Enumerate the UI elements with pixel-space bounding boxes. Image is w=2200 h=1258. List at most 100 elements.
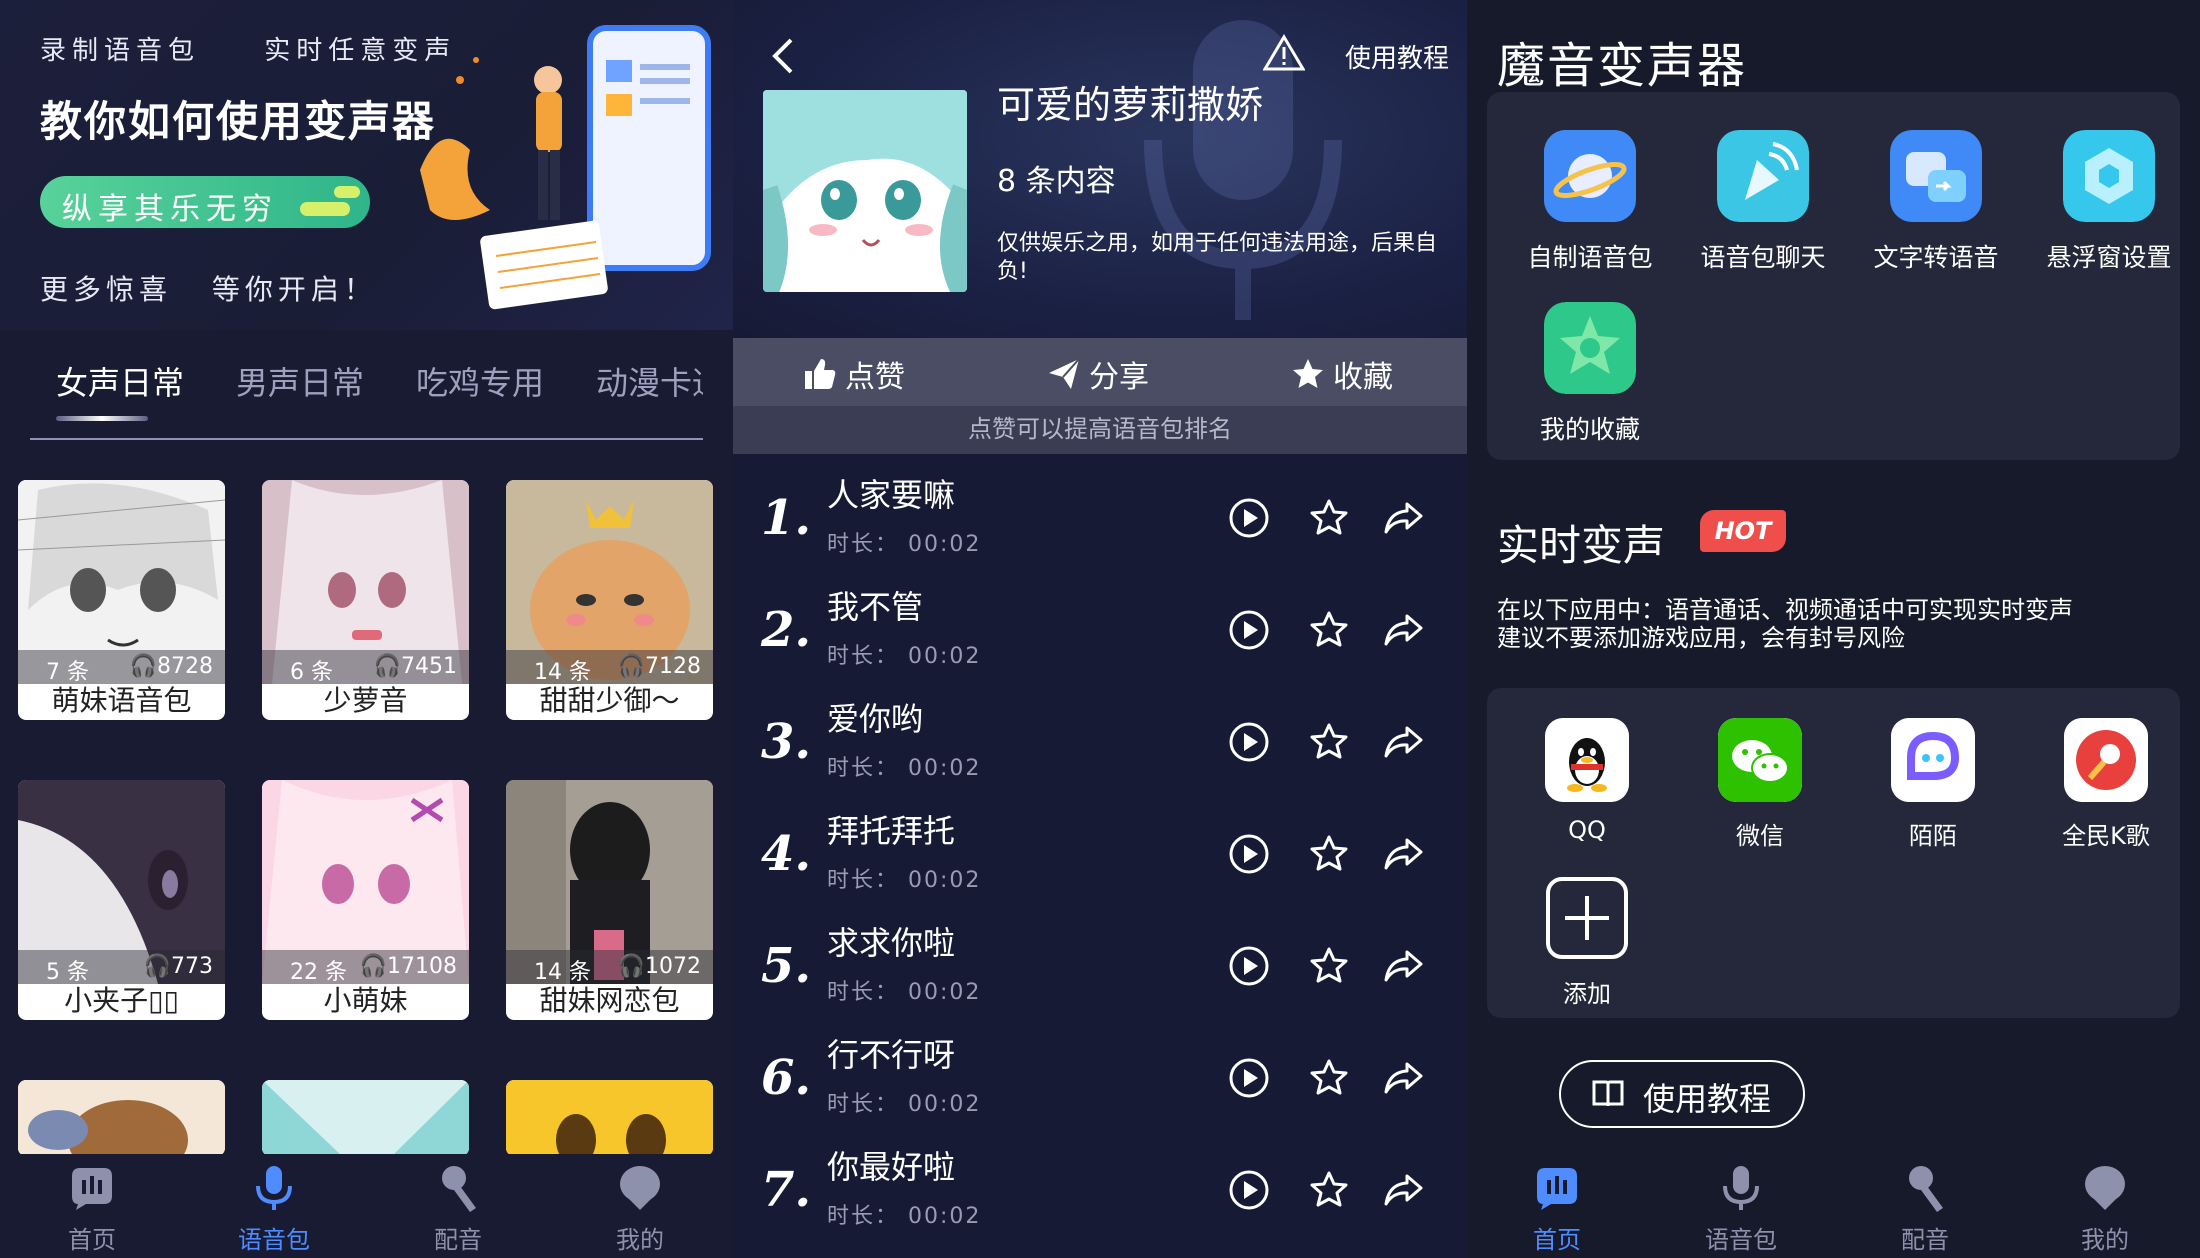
song-row[interactable]: 3. 爱你哟 时长： 00:02 — [733, 694, 1467, 806]
nav-label: 我的 — [2081, 1226, 2129, 1254]
headphone-icon: 🎧 — [617, 954, 645, 979]
nav-voicepack[interactable]: 语音包 — [1681, 1162, 1801, 1255]
slash-decoration-icon — [300, 186, 360, 216]
report-warning-icon[interactable] — [1263, 34, 1305, 72]
song-title: 你最好啦 — [827, 1148, 956, 1186]
song-row[interactable]: 7. 你最好啦 时长： 00:02 — [733, 1142, 1467, 1254]
share-button[interactable]: 分享 — [1047, 352, 1149, 396]
voice-pack-card[interactable]: 14 条 🎧7128 甜甜少御～ — [506, 480, 713, 720]
tool-custom-pack[interactable]: 自制语音包 — [1505, 130, 1675, 274]
star-icon[interactable] — [1307, 496, 1351, 540]
voice-pack-card[interactable] — [262, 1080, 469, 1156]
pack-count: 8 条内容 — [997, 164, 1116, 199]
song-row[interactable]: 2. 我不管 时长： 00:02 — [733, 582, 1467, 694]
tab-male-daily[interactable]: 男声日常 — [236, 358, 364, 404]
voice-pack-card[interactable]: 22 条 🎧17108 小萌妹 — [262, 780, 469, 1020]
voice-pack-card[interactable]: 7 条 🎧8728 萌妹语音包 — [18, 480, 225, 720]
action-bar: 点赞 分享 收藏 — [733, 338, 1467, 406]
play-icon[interactable] — [1227, 496, 1271, 540]
voice-pack-card[interactable]: 5 条 🎧773 小夹子▯▯ — [18, 780, 225, 1020]
voice-pack-card[interactable]: 6 条 🎧7451 少萝音 — [262, 480, 469, 720]
nav-label: 我的 — [616, 1226, 664, 1254]
share-icon[interactable] — [1381, 496, 1425, 540]
play-icon[interactable] — [1227, 832, 1271, 876]
tool-floating-window[interactable]: 悬浮窗设置 — [2024, 130, 2194, 274]
voice-pack-detail-panel: 使用教程 可爱的萝莉撒娇 8 条内容 仅供娱乐之用，如用于任何违法用途，后果自负… — [733, 0, 1467, 1258]
share-icon[interactable] — [1381, 720, 1425, 764]
song-duration: 时长： 00:02 — [827, 980, 982, 1005]
headphone-icon: 🎧 — [373, 654, 401, 679]
microphone-icon — [1723, 1166, 1759, 1210]
card-name: 小夹子▯▯ — [64, 984, 179, 1017]
share-icon[interactable] — [1381, 944, 1425, 988]
karaoke-icon — [2064, 718, 2148, 802]
voice-pack-card[interactable] — [506, 1080, 713, 1156]
star-icon[interactable] — [1307, 944, 1351, 988]
app-momo[interactable]: 陌陌 — [1858, 718, 2008, 851]
star-icon[interactable] — [1307, 1056, 1351, 1100]
tool-label: 我的收藏 — [1539, 415, 1640, 444]
song-row[interactable]: 1. 人家要嘛 时长： 00:02 — [733, 470, 1467, 582]
voice-pack-card[interactable] — [18, 1080, 225, 1156]
app-quanmin-kge[interactable]: 全民K歌 — [2031, 718, 2181, 851]
play-icon[interactable] — [1227, 944, 1271, 988]
share-icon[interactable] — [1381, 1168, 1425, 1212]
song-duration: 时长： 00:02 — [827, 1204, 982, 1229]
tab-anime[interactable]: 动漫卡通 — [596, 358, 703, 404]
favorite-button[interactable]: 收藏 — [1291, 352, 1393, 396]
wechat-icon — [1718, 718, 1802, 802]
tool-favorites[interactable]: 我的收藏 — [1505, 302, 1675, 446]
nav-label: 首页 — [68, 1226, 116, 1254]
song-title: 行不行呀 — [827, 1036, 956, 1074]
nav-home[interactable]: 首页 — [32, 1162, 152, 1255]
voice-pack-card[interactable]: 14 条 🎧1072 甜妹网恋包 — [506, 780, 713, 1020]
mic-stick-icon — [442, 1166, 476, 1212]
favorite-label: 收藏 — [1333, 360, 1393, 395]
star-badge-icon — [1544, 302, 1636, 394]
song-title: 我不管 — [827, 588, 924, 626]
share-icon[interactable] — [1381, 1056, 1425, 1100]
nav-voicepack[interactable]: 语音包 — [214, 1162, 334, 1255]
tab-female-daily[interactable]: 女声日常 — [56, 358, 184, 404]
tab-pubg[interactable]: 吃鸡专用 — [416, 358, 544, 404]
tool-pack-chat[interactable]: 语音包聊天 — [1678, 130, 1848, 274]
app-wechat[interactable]: 微信 — [1685, 718, 1835, 851]
back-icon[interactable] — [769, 36, 799, 76]
nav-mine[interactable]: 我的 — [2045, 1162, 2165, 1255]
nav-home[interactable]: 首页 — [1497, 1162, 1617, 1255]
nav-mine[interactable]: 我的 — [580, 1162, 700, 1255]
star-icon[interactable] — [1307, 608, 1351, 652]
app-qq[interactable]: QQ — [1512, 718, 1662, 844]
nav-dubbing[interactable]: 配音 — [398, 1162, 518, 1255]
plus-icon — [1546, 877, 1628, 959]
microphone-background-icon — [1144, 20, 1342, 320]
song-row[interactable]: 5. 求求你啦 时长： 00:02 — [733, 918, 1467, 1030]
nav-label: 首页 — [1533, 1226, 1581, 1254]
share-icon[interactable] — [1381, 832, 1425, 876]
phone-illustration-icon — [420, 25, 711, 310]
share-icon[interactable] — [1381, 608, 1425, 652]
banner-sub-left: 更多惊喜 — [40, 273, 173, 306]
tutorial-banner[interactable]: 录制语音包 实时任意变声 教你如何使用变声器 纵享其乐无穷 更多惊喜 等你开启！ — [0, 0, 733, 330]
share-label: 分享 — [1089, 360, 1149, 395]
tool-text-to-speech[interactable]: 文字转语音 — [1851, 130, 2021, 274]
song-row[interactable]: 6. 行不行呀 时长： 00:02 — [733, 1030, 1467, 1142]
star-icon[interactable] — [1307, 720, 1351, 764]
nav-dubbing[interactable]: 配音 — [1865, 1162, 1985, 1255]
like-button[interactable]: 点赞 — [803, 352, 905, 396]
add-app-button[interactable]: 添加 — [1512, 876, 1662, 1009]
song-number: 4. — [761, 826, 812, 882]
tutorial-button[interactable]: 使用教程 — [1559, 1060, 1805, 1128]
tutorial-link[interactable]: 使用教程 — [1345, 38, 1449, 75]
nav-label: 语音包 — [1705, 1226, 1777, 1254]
play-icon[interactable] — [1227, 608, 1271, 652]
play-icon[interactable] — [1227, 720, 1271, 764]
star-icon[interactable] — [1307, 832, 1351, 876]
nav-label: 配音 — [1901, 1226, 1949, 1254]
song-title: 爱你哟 — [827, 700, 924, 738]
song-row[interactable]: 4. 拜托拜托 时长： 00:02 — [733, 806, 1467, 918]
play-icon[interactable] — [1227, 1168, 1271, 1212]
banner-sub-right: 等你开启！ — [211, 273, 377, 306]
play-icon[interactable] — [1227, 1056, 1271, 1100]
star-icon[interactable] — [1307, 1168, 1351, 1212]
